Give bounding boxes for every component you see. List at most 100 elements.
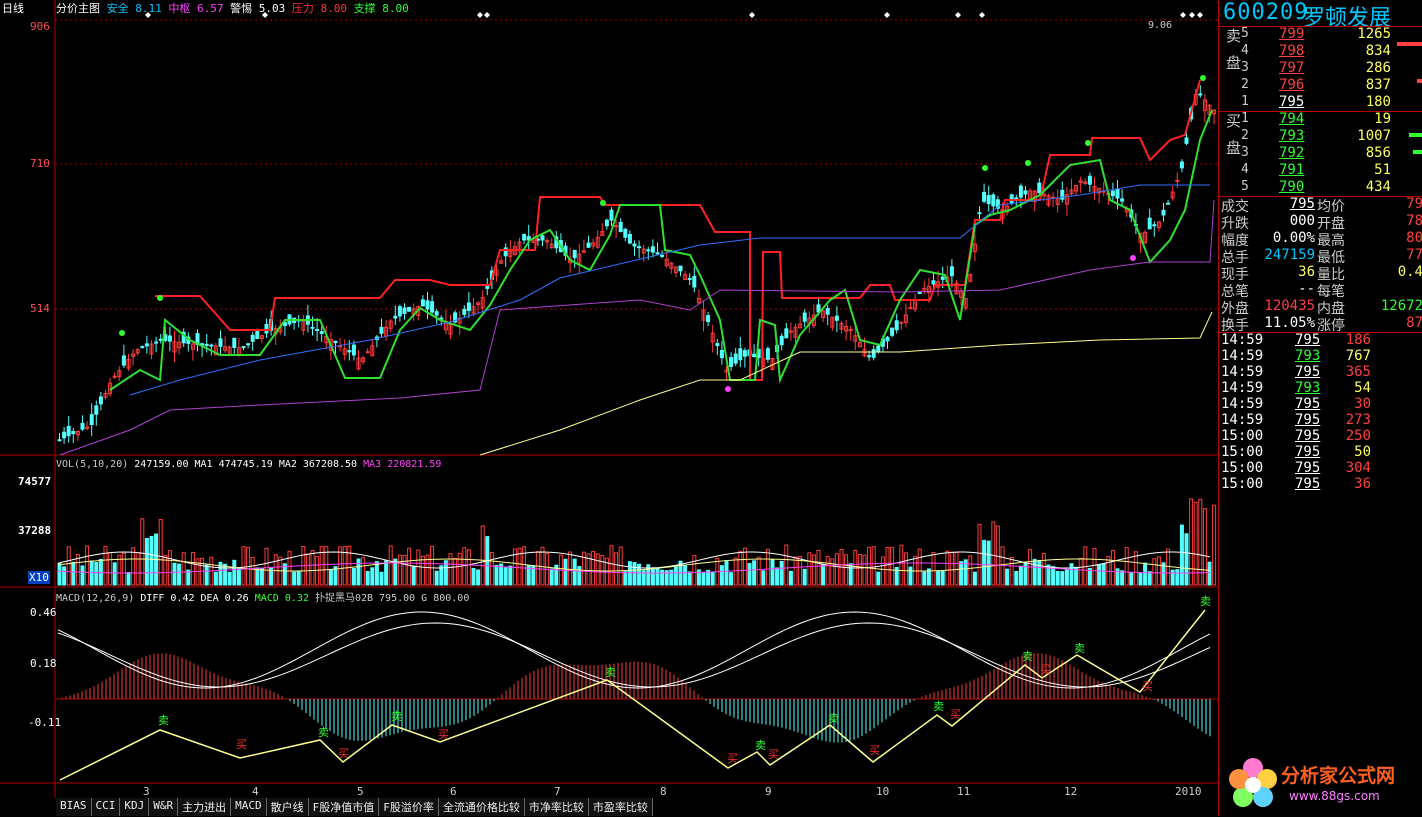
sell-price[interactable]: 797 (1279, 60, 1304, 76)
legend-safe-label: 安全 (106, 2, 129, 15)
sell-order-row[interactable]: 1 795 180 (1241, 94, 1421, 111)
indicator-tab-bar: BIAS CCI KDJ W&R 主力进出 MACD 散户线 F股净值市值 F股溢价率 全流通价格… (56, 798, 653, 816)
legend-center-value: 6.57 (197, 2, 224, 15)
tick-row[interactable]: 15:00 795 250 (1221, 428, 1421, 444)
indicator-tab[interactable]: 散户线 (266, 798, 309, 816)
date-tick: 4 (252, 785, 259, 798)
candle-body (250, 334, 255, 342)
indicator-tab[interactable]: W&R (149, 798, 179, 816)
volume-bar (522, 546, 527, 586)
buy-volume[interactable]: 434 (1366, 179, 1391, 195)
indicator-tab[interactable]: F股净值市值 (308, 798, 380, 816)
sell-price[interactable]: 795 (1279, 94, 1304, 110)
price-tick-710: 710 (30, 157, 50, 170)
volume-bar (204, 564, 209, 586)
buy-signal-label: 买 (438, 728, 449, 741)
sell-order-row[interactable]: 5 799 1265 (1241, 26, 1421, 43)
indicator-tab[interactable]: 市盈率比较 (588, 798, 653, 816)
tick-volume: 36 (1354, 476, 1371, 492)
indicator-tab[interactable]: MACD (231, 798, 267, 816)
sell-price[interactable]: 798 (1279, 43, 1304, 59)
buy-level[interactable]: 1 (1241, 111, 1249, 126)
buy-price[interactable]: 790 (1279, 179, 1304, 195)
price-chart-svg[interactable]: 买买买买买买买买买卖卖卖卖卖卖卖卖卖卖 (0, 0, 1218, 816)
sell-volume[interactable]: 834 (1366, 43, 1391, 59)
candle-body (733, 353, 738, 364)
volume-bar (660, 569, 665, 586)
buy-price[interactable]: 793 (1279, 128, 1304, 144)
candle-body (660, 254, 665, 257)
buy-level[interactable]: 2 (1241, 128, 1249, 143)
sell-order-row[interactable]: 3 797 286 (1241, 60, 1421, 77)
chart-area[interactable]: 买买买买买买买买买卖卖卖卖卖卖卖卖卖卖 日线 分价主图 安全 8.11 中枢 6… (0, 0, 1218, 816)
tick-row[interactable]: 14:59 795 186 (1221, 332, 1421, 348)
candle-body (650, 246, 655, 253)
stat-row: 总笔 -- 每笔 (1221, 281, 1421, 300)
candle-body (1166, 202, 1171, 205)
sell-price[interactable]: 799 (1279, 26, 1304, 42)
sell-level[interactable]: 4 (1241, 43, 1249, 58)
buy-volume[interactable]: 1007 (1357, 128, 1391, 144)
candle-body (802, 312, 807, 322)
sell-price[interactable]: 796 (1279, 77, 1304, 93)
sell-signal-label: 卖 (755, 739, 766, 752)
tick-row[interactable]: 15:00 795 36 (1221, 476, 1421, 492)
tick-row[interactable]: 15:00 795 304 (1221, 460, 1421, 476)
volume-bar (1212, 504, 1217, 586)
sell-level[interactable]: 3 (1241, 60, 1249, 75)
buy-order-row[interactable]: 2 793 1007 (1241, 128, 1421, 145)
indicator-tab[interactable]: KDJ (120, 798, 150, 816)
buy-price[interactable]: 791 (1279, 162, 1304, 178)
indicator-tab[interactable]: F股溢价率 (379, 798, 439, 816)
sell-volume[interactable]: 180 (1366, 94, 1391, 110)
volume-bar (761, 570, 766, 586)
tick-row[interactable]: 14:59 793 54 (1221, 380, 1421, 396)
tick-list[interactable]: 14:59 795 186 14:59 793 767 14:59 795 365 14:59 79… (1221, 332, 1421, 492)
stock-code[interactable]: 600209 (1223, 0, 1308, 25)
buy-price[interactable]: 794 (1279, 111, 1304, 127)
sell-level[interactable]: 1 (1241, 94, 1249, 109)
indicator-tab[interactable]: 全流通价格比较 (438, 798, 525, 816)
buy-volume[interactable]: 51 (1374, 162, 1391, 178)
stat-row: 现手 36 量比 0.4 (1221, 264, 1422, 283)
sell-volume-bar (1417, 79, 1422, 83)
candle-body (540, 235, 545, 241)
stat-value: 77 (1406, 247, 1422, 263)
tick-row[interactable]: 14:59 793 767 (1221, 348, 1421, 364)
sell-order-row[interactable]: 4 798 834 (1241, 43, 1421, 60)
tick-row[interactable]: 15:00 795 50 (1221, 444, 1421, 460)
buy-order-row[interactable]: 5 790 434 (1241, 179, 1421, 196)
volume-bar (710, 571, 715, 586)
buy-order-row[interactable]: 4 791 51 (1241, 162, 1421, 179)
buy-volume[interactable]: 19 (1374, 111, 1391, 127)
sell-volume[interactable]: 1265 (1357, 26, 1391, 42)
tick-row[interactable]: 14:59 795 365 (1221, 364, 1421, 380)
sell-order-row[interactable]: 2 796 837 (1241, 77, 1421, 94)
buy-level[interactable]: 5 (1241, 179, 1249, 194)
volume-bar (614, 552, 619, 586)
buy-order-row[interactable]: 1 794 19 (1241, 111, 1421, 128)
sell-volume[interactable]: 286 (1366, 60, 1391, 76)
sell-level[interactable]: 2 (1241, 77, 1249, 92)
volume-bar (959, 561, 964, 586)
indicator-tab[interactable]: CCI (91, 798, 121, 816)
buy-level[interactable]: 4 (1241, 162, 1249, 177)
indicator-tab[interactable]: BIAS (56, 798, 92, 816)
volume-bar (1078, 557, 1083, 586)
buy-level[interactable]: 3 (1241, 145, 1249, 160)
candle-body (255, 330, 260, 340)
sell-volume[interactable]: 837 (1366, 77, 1391, 93)
buy-price[interactable]: 792 (1279, 145, 1304, 161)
volume-bar (756, 556, 761, 586)
tick-row[interactable]: 14:59 795 30 (1221, 396, 1421, 412)
candle-body (738, 348, 743, 361)
sell-level[interactable]: 5 (1241, 26, 1249, 41)
buy-volume[interactable]: 856 (1366, 145, 1391, 161)
candle-body (1179, 161, 1184, 169)
indicator-tab[interactable]: 市净率比较 (524, 798, 589, 816)
indicator-tab[interactable]: 主力进出 (178, 798, 232, 816)
date-tick: 12 (1064, 785, 1078, 798)
signal-dot (982, 165, 988, 171)
buy-order-row[interactable]: 3 792 856 (1241, 145, 1421, 162)
tick-row[interactable]: 14:59 795 273 (1221, 412, 1421, 428)
